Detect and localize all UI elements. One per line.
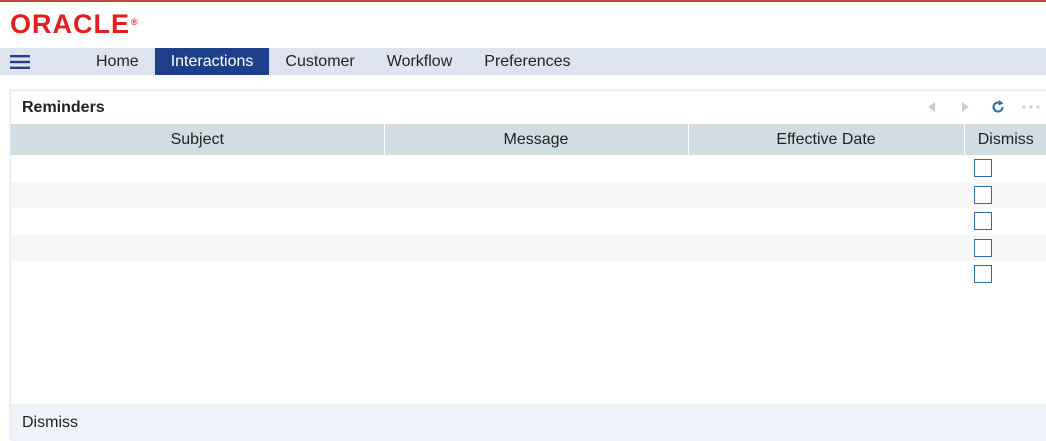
- refresh-icon: [992, 100, 1004, 113]
- next-page-button[interactable]: [948, 96, 981, 118]
- cell-message: [384, 234, 688, 261]
- dismiss-checkbox[interactable]: [974, 159, 992, 178]
- cell-subject: [11, 208, 384, 235]
- cell-message: [384, 208, 688, 235]
- column-message[interactable]: Message: [384, 124, 689, 155]
- dismiss-checkbox[interactable]: [974, 238, 992, 257]
- column-subject[interactable]: Subject: [11, 124, 385, 155]
- panel-title: Reminders: [22, 98, 105, 116]
- dismiss-checkbox[interactable]: [974, 265, 992, 284]
- cell-effective-date: [688, 261, 964, 288]
- cell-message: [384, 181, 688, 208]
- cell-effective-date: [688, 155, 964, 182]
- top-accent-line: [0, 0, 1046, 2]
- table-row: [11, 234, 1046, 261]
- main-nav-bar: Home Interactions Customer Workflow Pref…: [0, 48, 1046, 75]
- column-effective-date[interactable]: Effective Date: [688, 124, 965, 155]
- refresh-button[interactable]: [981, 96, 1014, 118]
- brand-mark: ®: [131, 17, 139, 27]
- previous-page-button[interactable]: [915, 96, 948, 118]
- cell-effective-date: [688, 234, 964, 261]
- dismiss-button[interactable]: Dismiss: [22, 414, 78, 432]
- column-dismiss[interactable]: Dismiss: [964, 124, 1046, 155]
- hamburger-icon: [10, 54, 30, 69]
- cell-subject: [11, 181, 384, 208]
- dismiss-checkbox[interactable]: [974, 212, 992, 231]
- reminders-table: Subject Message Effective Date Dismiss: [11, 124, 1046, 288]
- table-header-row: Subject Message Effective Date Dismiss: [11, 124, 1046, 155]
- panel-footer: Dismiss: [11, 404, 1046, 441]
- cell-subject: [11, 261, 384, 288]
- cell-subject: [11, 155, 384, 182]
- tab-customer[interactable]: Customer: [269, 48, 370, 75]
- tab-interactions[interactable]: Interactions: [154, 48, 270, 75]
- cell-effective-date: [688, 208, 964, 235]
- reminders-panel: Reminders Subject Message Effective Date…: [10, 90, 1046, 441]
- reminders-header: Reminders: [11, 91, 1046, 124]
- cell-effective-date: [688, 181, 964, 208]
- panel-toolbar: [915, 96, 1046, 118]
- tab-workflow[interactable]: Workflow: [371, 48, 469, 75]
- previous-icon: [927, 102, 935, 112]
- brand-name: ORACLE: [10, 9, 130, 39]
- cell-message: [384, 261, 688, 288]
- more-options-button[interactable]: [1014, 96, 1046, 118]
- table-row: [11, 181, 1046, 208]
- tab-preferences[interactable]: Preferences: [468, 48, 586, 75]
- table-row: [11, 208, 1046, 235]
- dismiss-checkbox[interactable]: [974, 185, 992, 204]
- tab-home[interactable]: Home: [80, 48, 155, 75]
- more-icon: [1021, 105, 1040, 109]
- table-row: [11, 261, 1046, 288]
- cell-message: [384, 155, 688, 182]
- oracle-logo: ORACLE®: [10, 9, 139, 39]
- next-icon: [961, 102, 969, 112]
- cell-subject: [11, 234, 384, 261]
- table-row: [11, 155, 1046, 182]
- menu-button[interactable]: [0, 48, 40, 75]
